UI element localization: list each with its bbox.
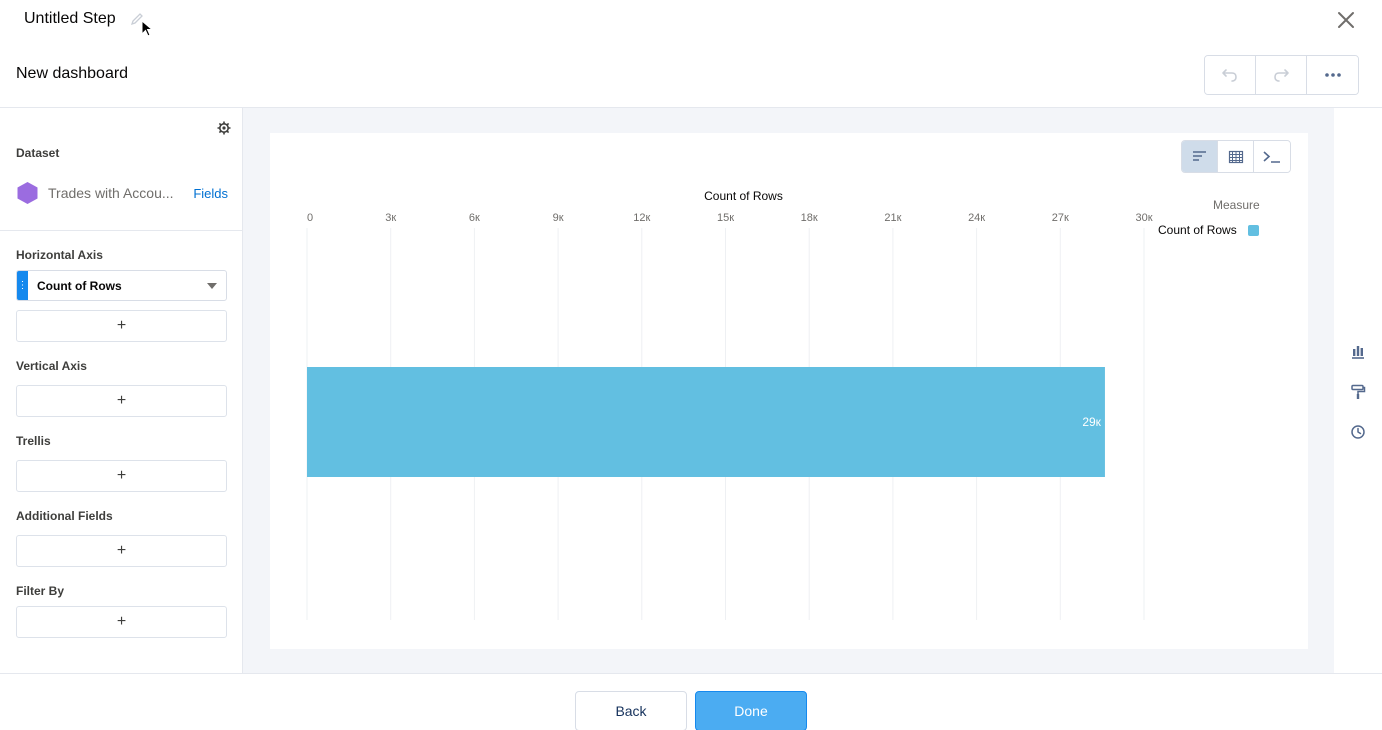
bar-data-label: 29к <box>1082 415 1101 429</box>
dataset-row: Trades with Accou... Fields <box>16 180 228 206</box>
chart-canvas-area: Count of Rows 0 3к 6к 9к 12к 15к 18к 21к 24к 27к 30… <box>243 108 1334 674</box>
vertical-axis-label: Vertical Axis <box>16 359 87 373</box>
add-vertical-axis-button[interactable]: + <box>16 385 227 417</box>
undo-icon <box>1222 69 1237 82</box>
trellis-label: Trellis <box>16 434 51 448</box>
query-sidebar: Dataset Trades with Accou... Fields Hori… <box>0 108 243 674</box>
legend-item[interactable]: Count of Rows <box>1158 223 1259 237</box>
dashboard-title[interactable]: New dashboard <box>16 65 128 83</box>
undo-button[interactable] <box>1205 56 1256 94</box>
history-icon[interactable] <box>1350 424 1366 440</box>
x-tick-label: 12к <box>633 212 650 224</box>
bar <box>307 367 1105 477</box>
legend-item-label: Count of Rows <box>1158 223 1237 237</box>
x-tick-label: 0 <box>307 212 313 224</box>
redo-icon <box>1274 69 1289 82</box>
legend-swatch <box>1247 224 1259 236</box>
format-icon[interactable] <box>1350 384 1366 400</box>
more-icon <box>1324 73 1341 77</box>
x-tick-label: 24к <box>968 212 985 224</box>
add-filter-button[interactable]: + <box>16 606 227 638</box>
more-button[interactable] <box>1307 56 1358 94</box>
mouse-cursor-icon <box>141 20 153 37</box>
dataset-label: Dataset <box>16 146 60 160</box>
additional-fields-label: Additional Fields <box>16 509 113 523</box>
dataset-name[interactable]: Trades with Accou... <box>48 185 178 201</box>
step-title: Untitled Step <box>24 10 144 28</box>
chart-properties-icon[interactable] <box>1350 344 1366 360</box>
chevron-down-icon[interactable] <box>207 282 217 289</box>
x-tick-label: 30к <box>1135 212 1152 224</box>
step-title-text: Untitled Step <box>24 10 116 27</box>
horizontal-axis-field-pill[interactable]: ⋮ Count of Rows <box>16 270 227 301</box>
bar-chart: Count of Rows 0 3к 6к 9к 12к 15к 18к 21к 24к 27к 30… <box>306 189 1153 620</box>
x-tick-label: 3к <box>385 212 396 224</box>
dataset-icon <box>17 182 38 204</box>
done-button[interactable]: Done <box>695 691 807 730</box>
sidebar-divider <box>0 230 243 231</box>
fields-link[interactable]: Fields <box>193 186 228 201</box>
chart-title: Count of Rows <box>704 189 783 203</box>
x-tick-label: 27к <box>1052 212 1069 224</box>
back-button[interactable]: Back <box>575 691 687 730</box>
gear-icon[interactable] <box>217 121 231 135</box>
redo-button[interactable] <box>1256 56 1307 94</box>
footer-divider <box>0 673 1382 674</box>
add-horizontal-axis-button[interactable]: + <box>16 310 227 342</box>
close-icon[interactable] <box>1336 10 1356 30</box>
add-additional-fields-button[interactable]: + <box>16 535 227 567</box>
add-trellis-button[interactable]: + <box>16 460 227 492</box>
x-tick-label: 15к <box>717 212 734 224</box>
legend-title: Measure <box>1213 198 1260 212</box>
horizontal-axis-field: Count of Rows <box>37 278 122 293</box>
x-tick-label: 18к <box>801 212 818 224</box>
x-tick-label: 6к <box>469 212 480 224</box>
chart-card: Count of Rows 0 3к 6к 9к 12к 15к 18к 21к 24к 27к 30… <box>270 133 1308 649</box>
horizontal-axis-label: Horizontal Axis <box>16 248 103 262</box>
x-tick-label: 21к <box>884 212 901 224</box>
filter-by-label: Filter By <box>16 584 65 598</box>
drag-handle-icon[interactable]: ⋮ <box>17 271 28 300</box>
edit-actions-group <box>1204 55 1359 95</box>
x-tick-label: 9к <box>553 212 564 224</box>
